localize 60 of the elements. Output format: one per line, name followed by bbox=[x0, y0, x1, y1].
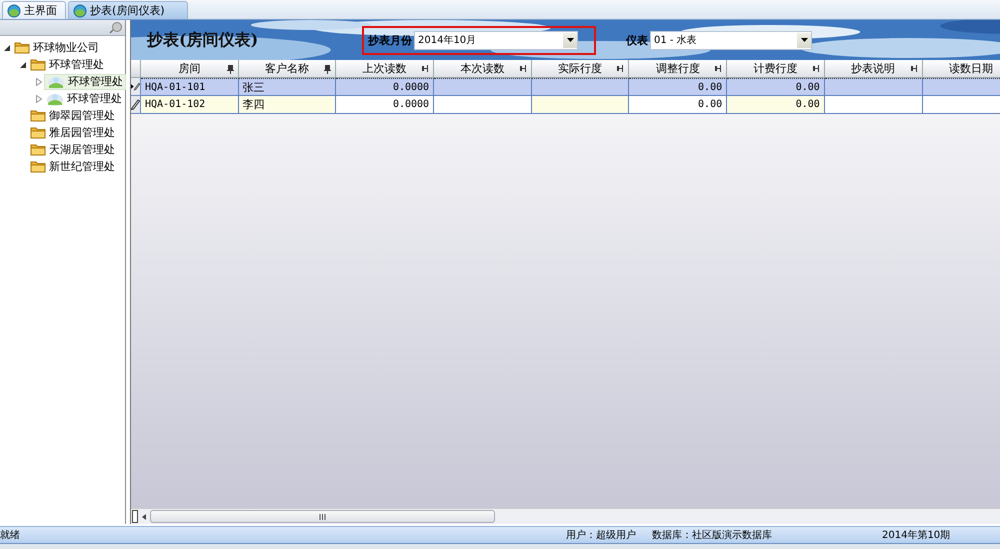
column-header[interactable]: 客户名称 bbox=[238, 60, 336, 78]
pencil-icon bbox=[134, 81, 140, 92]
table-cell: 0.00 bbox=[727, 96, 825, 114]
scrollbar-button[interactable] bbox=[132, 510, 138, 523]
tab[interactable]: 主界面 bbox=[2, 1, 66, 19]
collapse-arrow-icon[interactable] bbox=[20, 62, 26, 68]
filter-label: 仪表 bbox=[626, 32, 648, 48]
folder-icon bbox=[30, 142, 46, 158]
folder-icon bbox=[30, 158, 46, 174]
tree-item[interactable]: 天湖居管理处 bbox=[28, 142, 117, 158]
page-title: 抄表(房间仪表) bbox=[147, 30, 260, 50]
current-row-icon bbox=[131, 83, 134, 90]
table-cell: 0.00 bbox=[629, 78, 728, 96]
row-header[interactable] bbox=[131, 96, 141, 114]
filter-label: 抄表月份 bbox=[368, 32, 412, 48]
corner-cell bbox=[131, 60, 141, 78]
expand-arrow-icon[interactable] bbox=[36, 94, 42, 102]
table-cell: 0.00 bbox=[727, 78, 825, 96]
pencil-icon bbox=[131, 99, 140, 110]
tree-item[interactable]: 环球管理处 bbox=[44, 90, 124, 106]
status-text: 数据库：社区版演示数据库 bbox=[652, 528, 773, 542]
row-header[interactable] bbox=[131, 78, 141, 96]
status-text: 用户：超级用户 bbox=[566, 528, 637, 542]
horizontal-scrollbar[interactable] bbox=[131, 508, 1000, 524]
tree-item[interactable]: 御翠园管理处 bbox=[28, 108, 117, 124]
folder-icon bbox=[30, 56, 46, 72]
folder-icon bbox=[30, 108, 46, 124]
tree-item[interactable]: 新世纪管理处 bbox=[28, 158, 117, 174]
column-header[interactable]: 实际行度 bbox=[532, 60, 630, 78]
tab[interactable]: 抄表(房间仪表) bbox=[68, 1, 188, 19]
expand-arrow-icon[interactable] bbox=[36, 78, 42, 86]
column-header[interactable]: 调整行度 bbox=[629, 60, 728, 78]
table-cell: 0.0000 bbox=[336, 96, 434, 114]
tree-item[interactable]: 环球管理处 bbox=[28, 56, 106, 72]
folder-icon bbox=[30, 124, 46, 140]
dropdown-field[interactable]: 2014年10月 bbox=[414, 30, 578, 50]
tree-item[interactable]: 环球物业公司 bbox=[12, 40, 101, 56]
table-cell: 0.0000 bbox=[336, 78, 434, 96]
globe-icon bbox=[7, 4, 21, 18]
column-header[interactable]: 房间 bbox=[141, 60, 239, 78]
grip-icon bbox=[319, 514, 326, 520]
status-text: 2014年第10期 bbox=[882, 528, 950, 542]
table-cell: 李四 bbox=[238, 96, 336, 114]
scroll-left-icon[interactable] bbox=[142, 514, 146, 520]
table-cell: HQA-01-101 bbox=[141, 78, 239, 96]
dropdown-field[interactable]: 01 - 水表 bbox=[650, 30, 812, 50]
column-header[interactable]: 上次读数 bbox=[336, 60, 434, 78]
column-header[interactable]: 计费行度 bbox=[727, 60, 825, 78]
collapse-arrow-icon[interactable] bbox=[4, 44, 10, 50]
column-header[interactable]: 抄表说明 bbox=[824, 60, 922, 78]
table-cell: 张三 bbox=[238, 78, 336, 96]
tree-item[interactable]: 雅居园管理处 bbox=[28, 124, 117, 140]
table-cell: 0.00 bbox=[629, 96, 728, 114]
column-header[interactable]: 读数日期 bbox=[922, 60, 1000, 78]
folder-icon bbox=[14, 40, 30, 56]
table-cell: HQA-01-102 bbox=[141, 96, 239, 114]
column-header[interactable]: 本次读数 bbox=[434, 60, 532, 78]
status-text: 就绪 bbox=[0, 528, 21, 542]
tree-item[interactable]: 环球管理处 bbox=[44, 74, 126, 90]
globe-icon bbox=[73, 4, 87, 18]
